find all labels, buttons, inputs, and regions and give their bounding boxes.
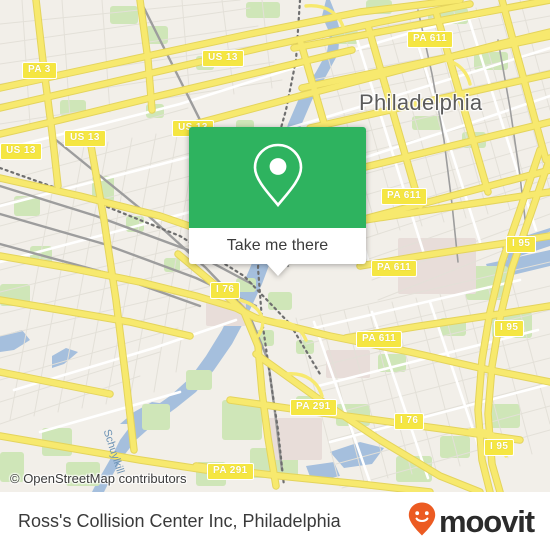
road-shield: US 13: [202, 50, 244, 67]
road-shield: PA 291: [290, 399, 337, 416]
road-shield: PA 611: [407, 31, 454, 48]
place-title: Ross's Collision Center Inc, Philadelphi…: [18, 510, 341, 531]
map-canvas[interactable]: .w { fill:#a5bfdd; } .pk { fill:#cfe6b8;…: [0, 0, 550, 492]
road-shield: I 76: [210, 282, 241, 299]
map-label-philadelphia: Philadelphia: [359, 90, 483, 115]
moovit-logo[interactable]: moovit: [407, 501, 535, 542]
popup-image-area: [189, 127, 366, 228]
road-shield: I 95: [484, 439, 515, 456]
map-pin-icon: [250, 141, 306, 214]
map-page: .w { fill:#a5bfdd; } .pk { fill:#cfe6b8;…: [0, 0, 550, 550]
moovit-pin-smiley-icon: [407, 501, 437, 542]
road-shield: PA 611: [371, 260, 418, 277]
road-shield: I 76: [394, 413, 425, 430]
popup-pointer-tail: [265, 263, 290, 276]
openstreetmap-attribution[interactable]: © OpenStreetMap contributors: [10, 471, 187, 486]
footer-bar: Ross's Collision Center Inc, Philadelphi…: [0, 492, 550, 550]
road-shield: I 95: [506, 236, 537, 253]
take-me-there-label: Take me there: [226, 237, 329, 254]
road-shield: PA 611: [381, 188, 428, 205]
road-shield: PA 3: [22, 62, 57, 79]
moovit-wordmark: moovit: [438, 503, 535, 539]
popup-action-bar[interactable]: Take me there: [189, 228, 366, 264]
road-shield: US 13: [0, 143, 42, 160]
location-popup-card[interactable]: Take me there: [189, 127, 366, 276]
road-shield: PA 611: [356, 331, 403, 348]
road-shield: PA 291: [207, 463, 254, 480]
road-shield: US 13: [64, 130, 106, 147]
road-shield: I 95: [494, 320, 525, 337]
